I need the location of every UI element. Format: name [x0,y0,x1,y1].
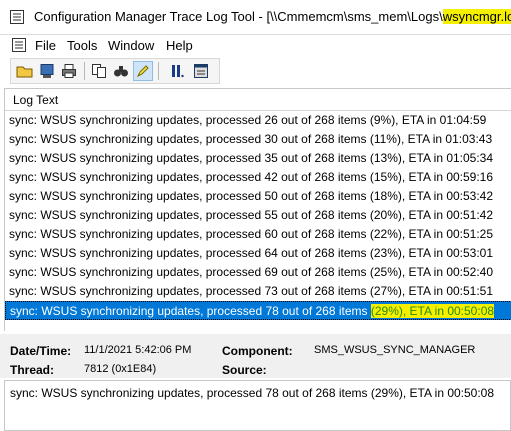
copy-icon[interactable] [89,61,109,81]
log-row-text: sync: WSUS synchronizing updates, proces… [9,227,494,241]
log-row-text: sync: WSUS synchronizing updates, proces… [9,113,487,127]
log-column-header-label: Log Text [13,93,59,107]
log-row-text: sync: WSUS synchronizing updates, proces… [9,265,494,279]
datetime-value: 11/1/2021 5:42:06 PM [84,344,192,356]
window-title-prefix: Configuration Manager Trace Log Tool - [… [34,9,443,24]
highlight-icon[interactable] [133,61,153,81]
pause-icon[interactable] [167,61,187,81]
open-icon[interactable] [15,61,35,81]
log-row-selected-highlight: (29%), ETA in 00:50:08 [370,304,495,318]
document-menu-icon[interactable] [11,37,27,53]
log-row-text: sync: WSUS synchronizing updates, proces… [9,132,493,146]
datetime-label: Date/Time: [10,344,72,358]
log-row-selected[interactable]: sync: WSUS synchronizing updates, proces… [5,301,511,320]
log-row[interactable]: sync: WSUS synchronizing updates, proces… [5,187,511,206]
window-title: Configuration Manager Trace Log Tool - [… [34,9,511,24]
toolbar-separator [158,62,159,80]
log-row[interactable]: sync: WSUS synchronizing updates, proces… [5,168,511,187]
find-icon[interactable] [111,61,131,81]
print-preview-icon[interactable] [37,61,57,81]
thread-value: 7812 (0x1E84) [84,363,157,375]
source-label: Source: [222,363,267,377]
toolbar [10,58,220,84]
log-column-header[interactable]: Log Text [5,89,511,111]
app-icon [10,10,24,24]
log-row-text: sync: WSUS synchronizing updates, proces… [9,189,494,203]
log-row[interactable]: sync: WSUS synchronizing updates, proces… [5,282,511,301]
log-row-text: sync: WSUS synchronizing updates, proces… [9,208,494,222]
log-row[interactable]: sync: WSUS synchronizing updates, proces… [5,244,511,263]
entry-details-panel: Date/Time: 11/1/2021 5:42:06 PM Componen… [0,334,511,378]
message-text-box[interactable]: sync: WSUS synchronizing updates, proces… [4,380,511,431]
title-bar: Configuration Manager Trace Log Tool - [… [0,0,511,35]
log-row-text: sync: WSUS synchronizing updates, proces… [9,151,494,165]
log-row-text: sync: WSUS synchronizing updates, proces… [9,246,494,260]
log-row[interactable]: sync: WSUS synchronizing updates, proces… [5,111,511,130]
window-title-filename: wsyncmgr.log [442,9,511,24]
log-row[interactable]: sync: WSUS synchronizing updates, proces… [5,130,511,149]
toolbar-separator [84,62,85,80]
print-icon[interactable] [59,61,79,81]
menu-file[interactable]: File [35,38,56,53]
log-row[interactable]: sync: WSUS synchronizing updates, proces… [5,149,511,168]
message-text: sync: WSUS synchronizing updates, proces… [10,386,495,400]
log-row-selected-text: sync: WSUS synchronizing updates, proces… [10,304,371,318]
log-row[interactable]: sync: WSUS synchronizing updates, proces… [5,225,511,244]
error-lookup-icon[interactable] [191,61,211,81]
log-list[interactable]: Log Text sync: WSUS synchronizing update… [4,88,511,331]
component-label: Component: [222,344,293,358]
log-row-text: sync: WSUS synchronizing updates, proces… [9,284,494,298]
menu-bar: File Tools Window Help [0,35,511,56]
menu-tools[interactable]: Tools [67,38,97,53]
log-row-text: sync: WSUS synchronizing updates, proces… [9,170,494,184]
thread-label: Thread: [10,363,55,377]
log-row[interactable]: sync: WSUS synchronizing updates, proces… [5,206,511,225]
menu-window[interactable]: Window [108,38,154,53]
menu-help[interactable]: Help [166,38,193,53]
component-value: SMS_WSUS_SYNC_MANAGER [314,344,476,356]
log-row[interactable]: sync: WSUS synchronizing updates, proces… [5,263,511,282]
